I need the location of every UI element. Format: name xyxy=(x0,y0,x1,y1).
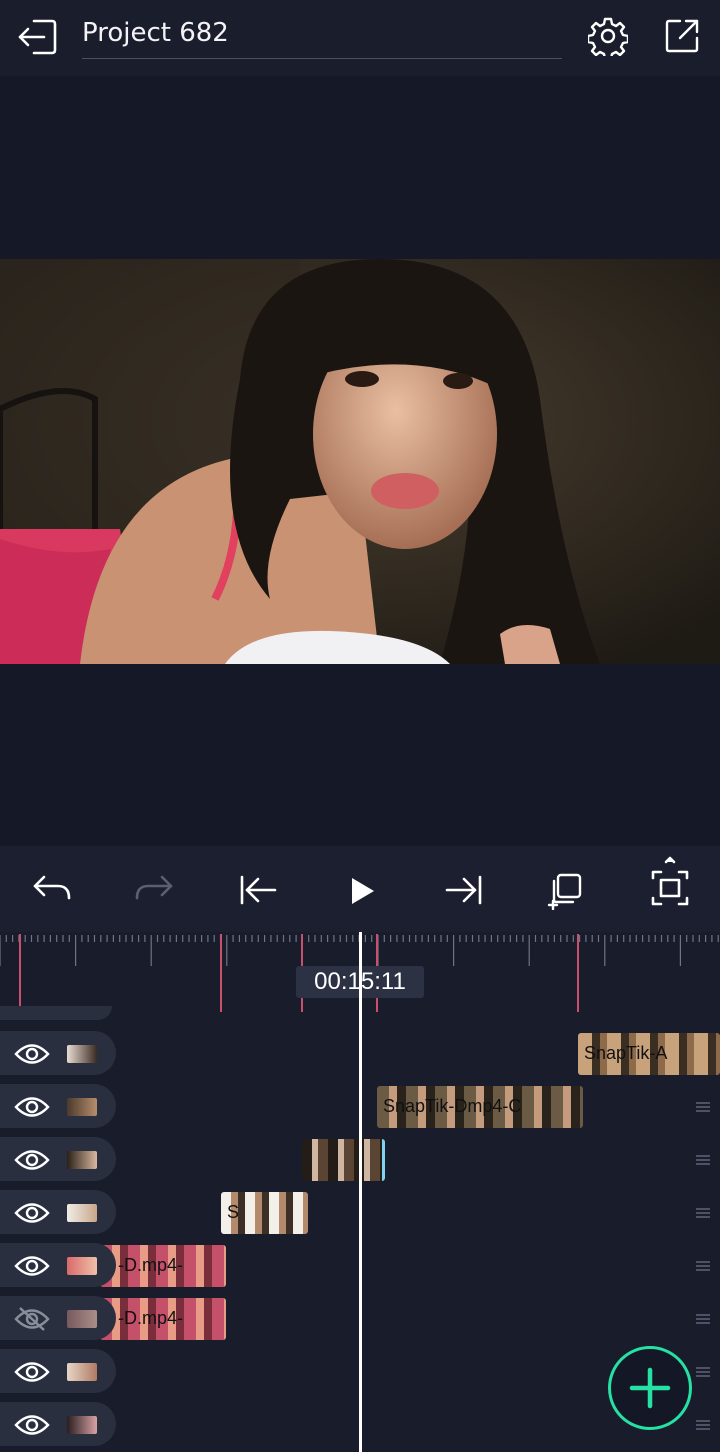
jump-start-icon[interactable] xyxy=(238,874,278,911)
eye-icon[interactable] xyxy=(14,1253,50,1284)
track-thumbnail xyxy=(67,1416,97,1434)
redo-icon[interactable] xyxy=(134,874,174,909)
clip-label: SnapTik-A xyxy=(584,1043,668,1063)
drag-handle-icon[interactable] xyxy=(696,1102,710,1112)
eye-icon[interactable] xyxy=(14,1041,50,1072)
track-header xyxy=(0,1402,116,1446)
drag-handle-icon[interactable] xyxy=(696,1367,710,1377)
video-clip[interactable] xyxy=(302,1139,385,1181)
track-pill-partial xyxy=(0,1006,112,1020)
duplicate-icon[interactable] xyxy=(546,872,586,915)
eye-icon[interactable] xyxy=(14,1412,50,1443)
jump-end-icon[interactable] xyxy=(444,874,484,911)
undo-icon[interactable] xyxy=(32,874,72,909)
video-clip[interactable]: -D.mp4- xyxy=(100,1245,226,1287)
track-header xyxy=(0,1296,116,1340)
track-header xyxy=(0,1349,116,1393)
track-thumbnail xyxy=(67,1151,97,1169)
playhead[interactable] xyxy=(359,932,362,1452)
clip-label: S xyxy=(227,1202,240,1222)
video-clip[interactable]: SnapTik-A xyxy=(578,1033,720,1075)
track-header xyxy=(0,1190,116,1234)
title-underline xyxy=(82,58,562,59)
eye-icon[interactable] xyxy=(14,1200,50,1231)
exit-arrow-icon[interactable] xyxy=(16,18,58,56)
share-icon[interactable] xyxy=(664,18,700,54)
clip-label: -D.mp4- xyxy=(118,1255,184,1275)
track-header xyxy=(0,1137,116,1181)
eye-icon[interactable] xyxy=(14,1094,50,1125)
track-thumbnail xyxy=(67,1204,97,1222)
track-thumbnail xyxy=(67,1098,97,1116)
clip-marker xyxy=(19,934,21,1012)
drag-handle-icon[interactable] xyxy=(696,1208,710,1218)
eye-icon[interactable] xyxy=(14,1359,50,1390)
track-header xyxy=(0,1243,116,1287)
drag-handle-icon[interactable] xyxy=(696,1314,710,1324)
fullscreen-icon[interactable] xyxy=(650,856,690,915)
video-clip[interactable]: S xyxy=(221,1192,308,1234)
plus-icon xyxy=(629,1367,671,1409)
track-thumbnail xyxy=(67,1045,97,1063)
eye-icon[interactable] xyxy=(14,1147,50,1178)
clip-label: SnapTik-Dmp4-C xyxy=(383,1096,522,1116)
clip-label: -D.mp4- xyxy=(118,1308,184,1328)
playback-controls xyxy=(0,846,720,932)
track-thumbnail xyxy=(67,1310,97,1328)
video-clip[interactable]: -D.mp4- xyxy=(100,1298,226,1340)
track-thumbnail xyxy=(67,1257,97,1275)
play-icon[interactable] xyxy=(350,876,376,911)
project-title[interactable]: Project 682 xyxy=(82,18,229,48)
track-header xyxy=(0,1084,116,1128)
top-bar: Project 682 xyxy=(0,0,720,76)
track-thumbnail xyxy=(67,1363,97,1381)
add-button[interactable] xyxy=(608,1346,692,1430)
drag-handle-icon[interactable] xyxy=(696,1420,710,1430)
drag-handle-icon[interactable] xyxy=(696,1155,710,1165)
eye-off-icon[interactable] xyxy=(14,1306,50,1337)
clip-marker xyxy=(220,934,222,1012)
gear-icon[interactable] xyxy=(588,16,628,56)
track-header xyxy=(0,1031,116,1075)
clip-marker xyxy=(577,934,579,1012)
video-preview-frame[interactable] xyxy=(0,259,720,664)
drag-handle-icon[interactable] xyxy=(696,1261,710,1271)
video-clip[interactable]: SnapTik-Dmp4-C xyxy=(377,1086,583,1128)
